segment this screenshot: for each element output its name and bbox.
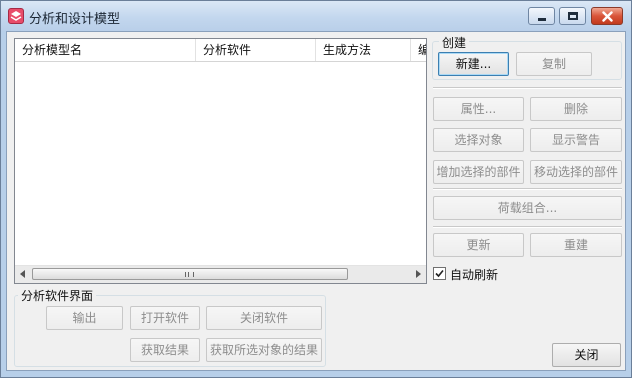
horizontal-scrollbar[interactable] (15, 265, 426, 283)
close-button[interactable]: 关闭 (552, 343, 621, 367)
auto-refresh-label[interactable]: 自动刷新 (450, 266, 498, 283)
get-results-button[interactable]: 获取结果 (130, 338, 200, 362)
separator (433, 87, 622, 89)
separator (433, 226, 622, 228)
list-header: 分析模型名 分析软件 生成方法 编 (15, 39, 426, 62)
move-selected-parts-button[interactable]: 移动选择的部件 (530, 160, 622, 184)
create-group-title: 创建 (439, 34, 470, 51)
close-software-button[interactable]: 关闭软件 (206, 306, 322, 330)
column-header-model-name[interactable]: 分析模型名 (15, 39, 196, 61)
dialog-window: 分析和设计模型 分析模型名 分析软件 生成方法 编 (0, 0, 632, 378)
column-header-method[interactable]: 生成方法 (316, 39, 411, 61)
new-button[interactable]: 新建... (438, 52, 509, 76)
grip-icon (185, 272, 194, 277)
get-selected-results-button[interactable]: 获取所选对象的结果 (206, 338, 322, 362)
output-button[interactable]: 输出 (46, 306, 123, 330)
auto-refresh-checkbox[interactable] (433, 267, 446, 280)
software-interface-title: 分析软件界面 (18, 287, 97, 304)
window-title: 分析和设计模型 (29, 12, 121, 27)
maximize-button[interactable] (559, 7, 586, 25)
minimize-icon (538, 18, 546, 21)
show-warnings-button[interactable]: 显示警告 (530, 128, 622, 152)
dialog-body: 分析模型名 分析软件 生成方法 编 创建 新建... 复制 属性... 删除 选… (6, 31, 626, 371)
scroll-left-icon[interactable] (20, 270, 25, 278)
update-button[interactable]: 更新 (433, 233, 524, 257)
title-bar[interactable]: 分析和设计模型 (1, 1, 631, 31)
add-selected-parts-button[interactable]: 增加选择的部件 (433, 160, 524, 184)
separator (433, 188, 622, 190)
close-icon (602, 11, 613, 22)
copy-button[interactable]: 复制 (516, 52, 592, 76)
minimize-button[interactable] (528, 7, 555, 25)
column-header-more[interactable]: 编 (411, 39, 426, 61)
column-header-software[interactable]: 分析软件 (196, 39, 316, 61)
maximize-icon (568, 12, 578, 20)
checkmark-icon (435, 269, 444, 278)
scrollbar-thumb[interactable] (32, 268, 348, 280)
delete-button[interactable]: 删除 (530, 97, 622, 121)
properties-button[interactable]: 属性... (433, 97, 524, 121)
open-software-button[interactable]: 打开软件 (130, 306, 200, 330)
scroll-right-icon[interactable] (416, 270, 421, 278)
load-combinations-button[interactable]: 荷载组合... (433, 196, 622, 220)
select-objects-button[interactable]: 选择对象 (433, 128, 524, 152)
rebuild-button[interactable]: 重建 (530, 233, 622, 257)
close-window-button[interactable] (591, 7, 623, 25)
app-logo-icon (8, 8, 24, 24)
analysis-model-list[interactable]: 分析模型名 分析软件 生成方法 编 (14, 38, 427, 284)
